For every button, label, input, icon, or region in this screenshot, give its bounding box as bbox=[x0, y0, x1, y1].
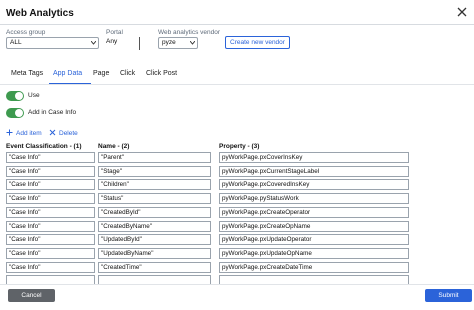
chevron-down-icon bbox=[190, 41, 195, 45]
column-header-event-classification: Event Classification - (1) bbox=[6, 143, 82, 150]
column-header-name: Name - (2) bbox=[98, 143, 130, 150]
event-classification-cell[interactable]: "Case Info" bbox=[6, 207, 95, 218]
event-classification-cell[interactable]: "Case Info" bbox=[6, 248, 95, 259]
name-cell[interactable]: "CreatedById" bbox=[98, 207, 211, 218]
close-icon[interactable] bbox=[456, 6, 468, 18]
portal-value: Any bbox=[106, 38, 118, 45]
plus-icon bbox=[6, 129, 13, 136]
access-group-value: ALL bbox=[10, 39, 22, 46]
add-item-button[interactable]: Add item bbox=[6, 129, 42, 137]
name-cell[interactable]: "Parent" bbox=[98, 152, 211, 163]
tab-page[interactable]: Page bbox=[93, 70, 109, 77]
vendor-label: Web analytics vendor bbox=[158, 29, 221, 36]
tab-click-post[interactable]: Click Post bbox=[146, 70, 177, 77]
column-header-property: Property - (3) bbox=[219, 143, 260, 150]
dialog-footer bbox=[0, 284, 474, 310]
tab-app-data[interactable]: App Data bbox=[53, 70, 82, 77]
delete-label: Delete bbox=[59, 130, 78, 137]
event-classification-cell[interactable]: "Case Info" bbox=[6, 152, 95, 163]
vendor-value: pyze bbox=[162, 39, 176, 46]
tabs-divider bbox=[0, 84, 474, 85]
add-item-label: Add item bbox=[16, 130, 42, 137]
property-cell[interactable]: pyWorkPage.pyStatusWork bbox=[219, 193, 409, 204]
web-analytics-dialog: Web Analytics Access group ALL Portal An… bbox=[0, 0, 474, 310]
use-toggle[interactable] bbox=[6, 91, 24, 101]
tab-meta-tags[interactable]: Meta Tags bbox=[11, 70, 43, 77]
event-classification-cell[interactable]: "Case Info" bbox=[6, 166, 95, 177]
event-classification-cell[interactable]: "Case Info" bbox=[6, 193, 95, 204]
tab-click[interactable]: Click bbox=[120, 70, 135, 77]
cancel-button[interactable]: Cancel bbox=[8, 289, 55, 302]
property-cell[interactable]: pyWorkPage.pxCoverInsKey bbox=[219, 152, 409, 163]
event-classification-cell[interactable]: "Case Info" bbox=[6, 234, 95, 245]
name-cell[interactable]: "Children" bbox=[98, 179, 211, 190]
use-toggle-label: Use bbox=[28, 92, 40, 99]
add-in-case-info-toggle[interactable] bbox=[6, 108, 24, 118]
name-cell[interactable]: "Stage" bbox=[98, 166, 211, 177]
field-divider bbox=[139, 37, 140, 50]
create-new-vendor-button[interactable]: Create new vendor bbox=[225, 36, 290, 49]
submit-button[interactable]: Submit bbox=[425, 289, 472, 302]
property-cell[interactable]: pyWorkPage.pxUpdateOperator bbox=[219, 234, 409, 245]
title-divider bbox=[0, 24, 474, 25]
access-group-label: Access group bbox=[6, 29, 46, 36]
property-cell[interactable]: pyWorkPage.pxCoveredInsKey bbox=[219, 179, 409, 190]
portal-label: Portal bbox=[106, 29, 123, 36]
delete-button[interactable]: Delete bbox=[49, 129, 78, 137]
add-in-case-info-label: Add in Case Info bbox=[28, 109, 77, 116]
property-cell[interactable]: pyWorkPage.pxCurrentStageLabel bbox=[219, 166, 409, 177]
name-cell[interactable]: "Status" bbox=[98, 193, 211, 204]
close-icon bbox=[49, 129, 56, 136]
property-cell[interactable]: pyWorkPage.pxUpdateOpName bbox=[219, 248, 409, 259]
name-cell[interactable]: "CreatedByName" bbox=[98, 221, 211, 232]
name-cell[interactable]: "CreatedTime" bbox=[98, 262, 211, 273]
dialog-title: Web Analytics bbox=[6, 8, 74, 19]
name-cell[interactable]: "UpdatedById" bbox=[98, 234, 211, 245]
event-classification-cell[interactable]: "Case Info" bbox=[6, 221, 95, 232]
name-cell[interactable]: "UpdatedByName" bbox=[98, 248, 211, 259]
property-cell[interactable]: pyWorkPage.pxCreateOperator bbox=[219, 207, 409, 218]
chevron-down-icon bbox=[91, 41, 96, 45]
property-cell[interactable]: pyWorkPage.pxCreateOpName bbox=[219, 221, 409, 232]
vendor-select[interactable]: pyze bbox=[158, 37, 198, 49]
access-group-select[interactable]: ALL bbox=[6, 37, 99, 49]
event-classification-cell[interactable]: "Case Info" bbox=[6, 262, 95, 273]
event-classification-cell[interactable]: "Case Info" bbox=[6, 179, 95, 190]
property-cell[interactable]: pyWorkPage.pxCreateDateTime bbox=[219, 262, 409, 273]
